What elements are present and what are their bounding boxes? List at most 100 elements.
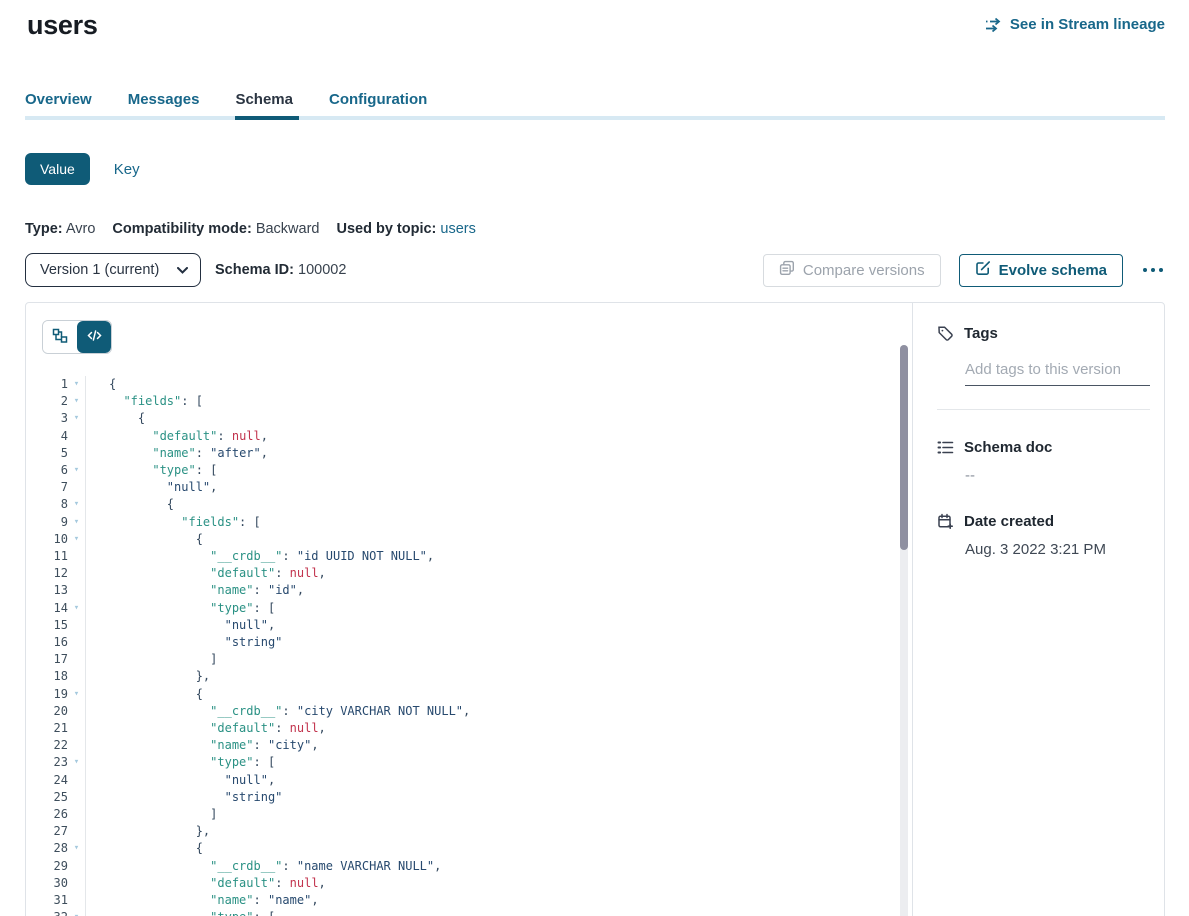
schema-id: Schema ID: 100002	[215, 262, 346, 278]
meta-compatibility-value: Backward	[256, 221, 320, 237]
code-editor: 1▾{2▾ "fields": [3▾ {4 "default": null,5…	[42, 376, 912, 916]
fold-toggle-icon[interactable]: ▾	[68, 909, 85, 916]
fold-toggle-icon[interactable]: ▾	[68, 410, 85, 427]
code-line: 28▾ {	[42, 840, 912, 857]
fold-toggle-icon[interactable]: ▾	[68, 376, 85, 393]
schema-sidebar: Tags Schema doc --	[912, 303, 1166, 916]
code-line: 21 "default": null,	[42, 720, 912, 737]
fold-spacer	[68, 445, 85, 462]
tree-view-icon	[52, 328, 68, 347]
fold-spacer	[68, 617, 85, 634]
code-line: 23▾ "type": [	[42, 754, 912, 771]
editor-view-toggle	[42, 320, 112, 354]
date-created-heading-label: Date created	[964, 513, 1054, 530]
code-line: 26 ]	[42, 806, 912, 823]
fold-spacer	[68, 428, 85, 445]
code-line: 4 "default": null,	[42, 428, 912, 445]
stream-lineage-link[interactable]: See in Stream lineage	[985, 16, 1165, 33]
code-line: 15 "null",	[42, 617, 912, 634]
fold-toggle-icon[interactable]: ▾	[68, 496, 85, 513]
meta-type: Type: Avro	[25, 221, 95, 237]
tab-messages[interactable]: Messages	[128, 91, 206, 120]
fold-toggle-icon[interactable]: ▾	[68, 600, 85, 617]
code-view-icon	[87, 329, 102, 345]
code-line: 16 "string"	[42, 634, 912, 651]
schema-meta: Type: Avro Compatibility mode: Backward …	[25, 221, 1165, 237]
version-select-value: Version 1 (current)	[40, 262, 159, 278]
meta-compatibility: Compatibility mode: Backward	[112, 221, 319, 237]
code-line: 8▾ {	[42, 496, 912, 513]
code-line: 29 "__crdb__": "name VARCHAR NULL",	[42, 858, 912, 875]
code-line: 13 "name": "id",	[42, 582, 912, 599]
meta-compatibility-label: Compatibility mode:	[112, 221, 251, 237]
fold-spacer	[68, 565, 85, 582]
schema-id-label: Schema ID:	[215, 262, 294, 278]
topic-link[interactable]: users	[440, 221, 475, 237]
fold-spacer	[68, 789, 85, 806]
schema-id-value: 100002	[298, 262, 346, 278]
meta-topic: Used by topic: users	[336, 221, 475, 237]
code-line: 11 "__crdb__": "id UUID NOT NULL",	[42, 548, 912, 565]
key-toggle-button[interactable]: Key	[114, 161, 140, 178]
page-header: users See in Stream lineage	[0, 0, 1189, 42]
code-line: 30 "default": null,	[42, 875, 912, 892]
sidebar-divider	[937, 409, 1150, 410]
evolve-schema-label: Evolve schema	[999, 262, 1107, 279]
code-line: 14▾ "type": [	[42, 600, 912, 617]
fold-toggle-icon[interactable]: ▾	[68, 514, 85, 531]
fold-spacer	[68, 634, 85, 651]
code-line: 31 "name": "name",	[42, 892, 912, 909]
compare-versions-label: Compare versions	[803, 262, 925, 279]
fold-toggle-icon[interactable]: ▾	[68, 393, 85, 410]
code-line: 32▾ "type": [	[42, 909, 912, 916]
code-view-button[interactable]	[77, 321, 111, 353]
evolve-schema-button[interactable]: Evolve schema	[959, 254, 1123, 287]
code-line: 9▾ "fields": [	[42, 514, 912, 531]
tree-view-button[interactable]	[43, 321, 77, 353]
schema-doc-value: --	[965, 467, 1150, 484]
fold-spacer	[68, 858, 85, 875]
fold-spacer	[68, 892, 85, 909]
code-line: 1▾{	[42, 376, 912, 393]
tab-configuration[interactable]: Configuration	[329, 91, 433, 120]
compare-icon	[779, 260, 795, 280]
code-line: 18 },	[42, 668, 912, 685]
fold-toggle-icon[interactable]: ▾	[68, 462, 85, 479]
fold-toggle-icon[interactable]: ▾	[68, 686, 85, 703]
fold-spacer	[68, 875, 85, 892]
stream-lineage-label: See in Stream lineage	[1010, 16, 1165, 33]
version-bar: Version 1 (current) Schema ID: 100002 Co…	[25, 253, 1165, 287]
fold-spacer	[68, 651, 85, 668]
fold-spacer	[68, 479, 85, 496]
tab-overview[interactable]: Overview	[25, 91, 98, 120]
more-options-icon	[1159, 268, 1163, 272]
schema-page: users See in Stream lineage Overview Mes…	[0, 0, 1189, 916]
more-options-button[interactable]	[1141, 264, 1165, 276]
code-line: 17 ]	[42, 651, 912, 668]
value-toggle-button[interactable]: Value	[25, 153, 90, 185]
fold-toggle-icon[interactable]: ▾	[68, 840, 85, 857]
code-line: 10▾ {	[42, 531, 912, 548]
fold-spacer	[68, 823, 85, 840]
editor-scrollbar-track[interactable]	[900, 345, 908, 916]
schema-editor-pane: 1▾{2▾ "fields": [3▾ {4 "default": null,5…	[26, 303, 912, 916]
compare-versions-button[interactable]: Compare versions	[763, 254, 941, 287]
code-line: 6▾ "type": [	[42, 462, 912, 479]
tags-section-heading: Tags	[937, 325, 1150, 342]
fold-toggle-icon[interactable]: ▾	[68, 754, 85, 771]
fold-spacer	[68, 720, 85, 737]
version-select[interactable]: Version 1 (current)	[25, 253, 201, 287]
page-title: users	[27, 8, 98, 42]
fold-spacer	[68, 668, 85, 685]
tag-icon	[937, 325, 954, 342]
add-tags-input[interactable]	[965, 361, 1150, 386]
more-options-icon	[1151, 268, 1155, 272]
fold-spacer	[68, 806, 85, 823]
more-options-icon	[1143, 268, 1147, 272]
tab-schema[interactable]: Schema	[235, 91, 299, 120]
fold-spacer	[68, 703, 85, 720]
schema-panel: 1▾{2▾ "fields": [3▾ {4 "default": null,5…	[25, 302, 1165, 916]
code-line: 5 "name": "after",	[42, 445, 912, 462]
fold-toggle-icon[interactable]: ▾	[68, 531, 85, 548]
editor-scrollbar-thumb[interactable]	[900, 345, 908, 550]
